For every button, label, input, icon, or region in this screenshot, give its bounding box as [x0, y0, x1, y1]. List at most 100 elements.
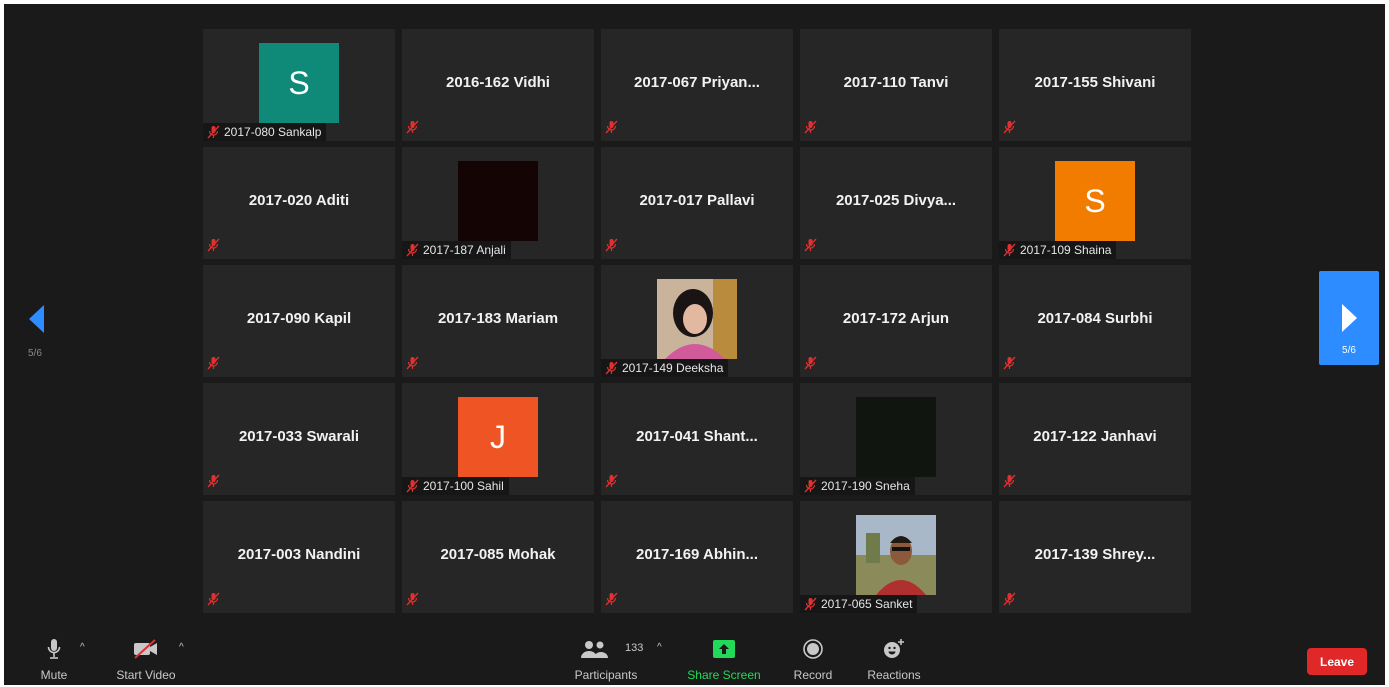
- mute-indicator: [406, 120, 423, 139]
- participant-tile[interactable]: 2017-025 Divya...: [800, 147, 992, 259]
- participant-name: 2017-149 Deeksha: [622, 361, 724, 375]
- participant-name-label: 2017-065 Sanket: [800, 595, 918, 613]
- participant-tile[interactable]: 2017-065 Sanket: [800, 501, 992, 613]
- mute-label: Mute: [40, 668, 68, 682]
- mute-button[interactable]: Mute: [34, 636, 74, 682]
- participant-name-label: 2017-080 Sankalp: [203, 123, 327, 141]
- share-screen-icon: [713, 640, 735, 658]
- participant-name: 2017-122 Janhavi: [1033, 428, 1157, 445]
- reactions-button[interactable]: Reactions: [861, 636, 927, 682]
- previous-page-button[interactable]: 5/6: [20, 304, 60, 364]
- participant-avatar: S: [259, 43, 339, 123]
- participant-tile[interactable]: 2017-085 Mohak: [402, 501, 594, 613]
- muted-microphone-icon: [605, 120, 618, 134]
- participants-count: 133: [625, 642, 644, 654]
- muted-microphone-icon: [207, 474, 220, 488]
- participant-tile[interactable]: S 2017-109 Shaina: [999, 147, 1191, 259]
- video-off-icon: [134, 639, 157, 659]
- meeting-toolbar: Mute ^ Start Video ^ Participants 133 ^ …: [4, 628, 1385, 685]
- participant-tile[interactable]: 2016-162 Vidhi: [402, 29, 594, 141]
- mute-indicator: [605, 120, 622, 139]
- participant-tile[interactable]: J 2017-100 Sahil: [402, 383, 594, 495]
- muted-microphone-icon: [406, 479, 419, 493]
- participant-tile[interactable]: 2017-033 Swarali: [203, 383, 395, 495]
- participant-name: 2017-183 Mariam: [437, 310, 559, 327]
- participant-tile[interactable]: 2017-169 Abhin...: [601, 501, 793, 613]
- record-button[interactable]: Record: [788, 636, 838, 682]
- participant-tile[interactable]: 2017-187 Anjali: [402, 147, 594, 259]
- participant-tile[interactable]: 2017-017 Pallavi: [601, 147, 793, 259]
- mute-indicator: [207, 592, 224, 611]
- chevron-right-icon: [1342, 304, 1357, 332]
- audio-options-caret-icon[interactable]: ^: [80, 642, 85, 653]
- participant-name: 2017-155 Shivani: [1034, 74, 1156, 91]
- participant-tile[interactable]: S 2017-080 Sankalp: [203, 29, 395, 141]
- participant-tile[interactable]: 2017-149 Deeksha: [601, 265, 793, 377]
- muted-microphone-icon: [406, 120, 419, 134]
- leave-button[interactable]: Leave: [1307, 648, 1367, 675]
- mute-indicator: [1003, 120, 1020, 139]
- muted-microphone-icon: [406, 592, 419, 606]
- participant-tile[interactable]: 2017-084 Surbhi: [999, 265, 1191, 377]
- muted-microphone-icon: [605, 238, 618, 252]
- muted-microphone-icon: [804, 479, 817, 493]
- participant-video: [458, 161, 538, 241]
- participant-video: [856, 397, 936, 477]
- next-page-button[interactable]: 5/6: [1319, 271, 1379, 365]
- participant-name-label: 2017-100 Sahil: [402, 477, 509, 495]
- participant-tile[interactable]: 2017-155 Shivani: [999, 29, 1191, 141]
- participant-tile[interactable]: 2017-090 Kapil: [203, 265, 395, 377]
- mute-indicator: [1003, 592, 1020, 611]
- record-label: Record: [793, 668, 833, 682]
- start-video-button[interactable]: Start Video: [111, 636, 181, 682]
- participant-tile[interactable]: 2017-020 Aditi: [203, 147, 395, 259]
- participant-name: 2017-020 Aditi: [248, 192, 350, 209]
- muted-microphone-icon: [605, 474, 618, 488]
- muted-microphone-icon: [207, 356, 220, 370]
- record-icon: [803, 639, 823, 659]
- participant-photo: [657, 279, 737, 359]
- participant-name: 2017-172 Arjun: [842, 310, 950, 327]
- muted-microphone-icon: [1003, 243, 1016, 257]
- reactions-label: Reactions: [867, 668, 921, 682]
- muted-microphone-icon: [804, 356, 817, 370]
- muted-microphone-icon: [804, 120, 817, 134]
- meeting-window: 5/6 S 2017-080 Sankalp 2016-162 Vidhi 2017-…: [4, 4, 1385, 685]
- participants-icon: [581, 641, 608, 658]
- participant-name: 2017-067 Priyan...: [634, 74, 760, 91]
- muted-microphone-icon: [207, 592, 220, 606]
- participant-name-label: 2017-187 Anjali: [402, 241, 511, 259]
- participant-name: 2017-190 Sneha: [821, 479, 910, 493]
- microphone-icon: [47, 639, 61, 659]
- participant-avatar: S: [1055, 161, 1135, 241]
- start-video-label: Start Video: [116, 668, 176, 682]
- participant-name: 2017-033 Swarali: [238, 428, 360, 445]
- participant-name-label: 2017-190 Sneha: [800, 477, 915, 495]
- participant-tile[interactable]: 2017-172 Arjun: [800, 265, 992, 377]
- muted-microphone-icon: [804, 238, 817, 252]
- share-screen-button[interactable]: Share Screen: [684, 636, 764, 682]
- participants-caret-icon[interactable]: ^: [657, 642, 662, 653]
- participant-name: 2017-109 Shaina: [1020, 243, 1112, 257]
- participant-name: 2017-065 Sanket: [821, 597, 913, 611]
- participant-name: 2017-139 Shrey...: [1034, 546, 1156, 563]
- video-options-caret-icon[interactable]: ^: [179, 642, 184, 653]
- participant-tile[interactable]: 2017-190 Sneha: [800, 383, 992, 495]
- participant-tile[interactable]: 2017-122 Janhavi: [999, 383, 1191, 495]
- participant-name: 2017-017 Pallavi: [639, 192, 755, 209]
- mute-indicator: [1003, 474, 1020, 493]
- participant-tile[interactable]: 2017-139 Shrey...: [999, 501, 1191, 613]
- mute-indicator: [605, 592, 622, 611]
- participant-tile[interactable]: 2017-003 Nandini: [203, 501, 395, 613]
- smiley-plus-icon: [884, 639, 904, 658]
- share-screen-label: Share Screen: [687, 668, 761, 682]
- participant-name: 2017-080 Sankalp: [224, 125, 322, 139]
- participant-tile[interactable]: 2017-067 Priyan...: [601, 29, 793, 141]
- participant-name: 2017-041 Shant...: [636, 428, 758, 445]
- participant-tile[interactable]: 2017-183 Mariam: [402, 265, 594, 377]
- participant-tile[interactable]: 2017-110 Tanvi: [800, 29, 992, 141]
- mute-indicator: [406, 592, 423, 611]
- page-indicator: 5/6: [28, 348, 42, 359]
- participant-name: 2017-085 Mohak: [440, 546, 556, 563]
- participant-tile[interactable]: 2017-041 Shant...: [601, 383, 793, 495]
